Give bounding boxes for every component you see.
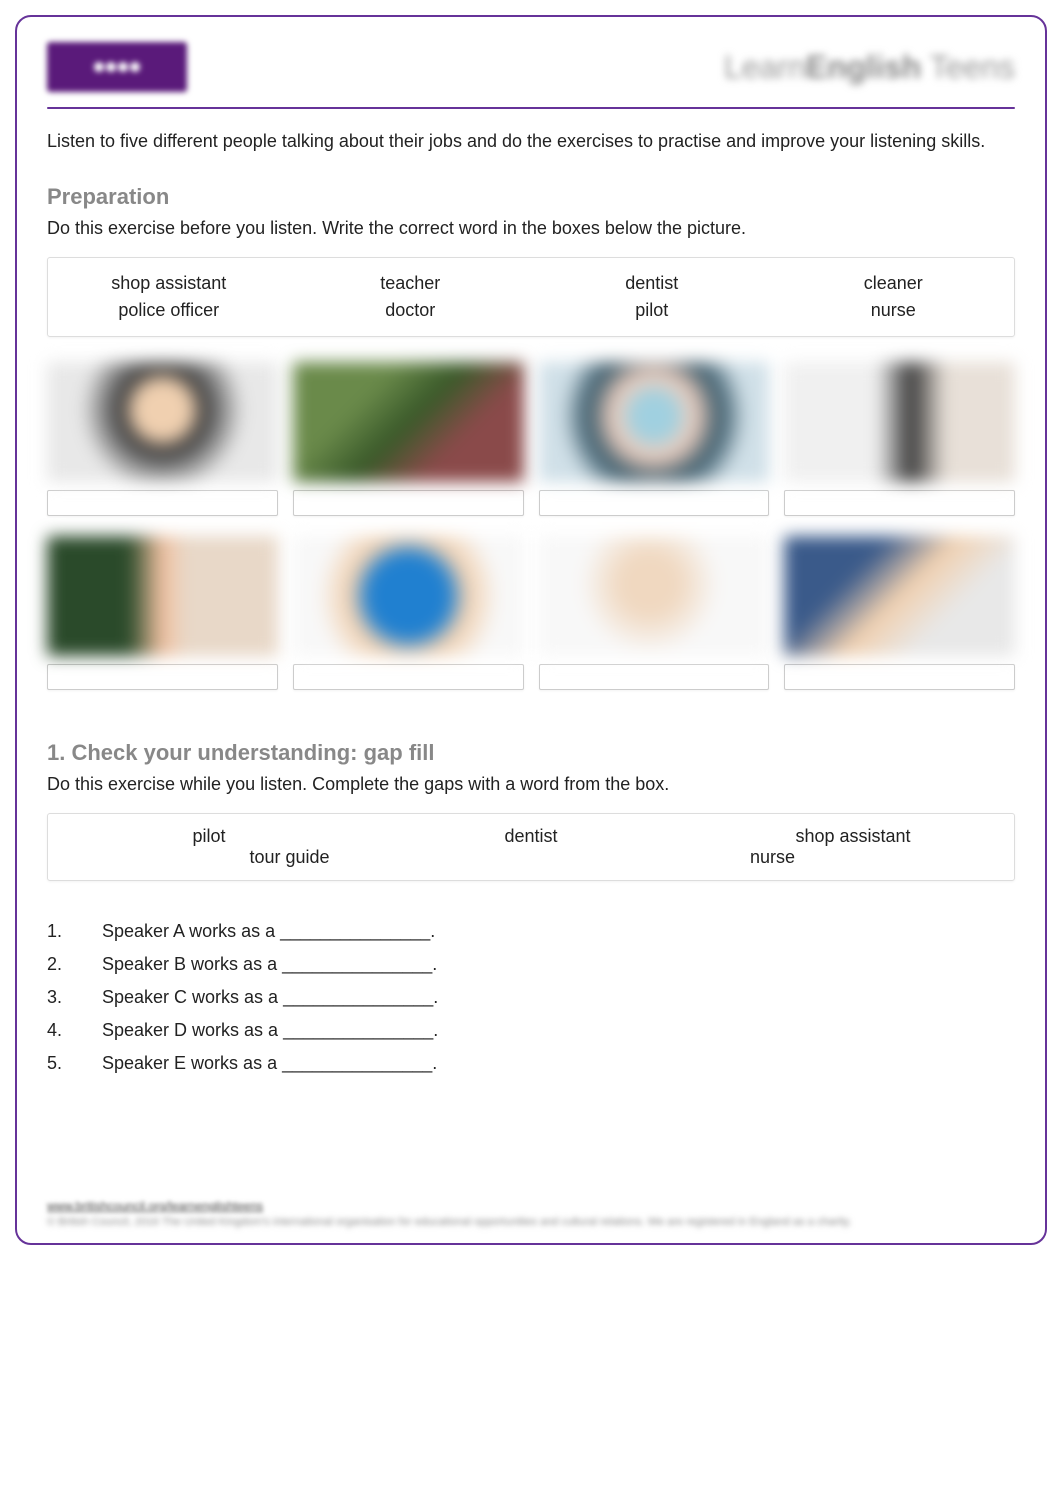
gap-fill-item: 2. Speaker B works as a _______________.: [47, 954, 1015, 975]
footer: www.britishcouncil.org/learnenglishteens…: [47, 1199, 1015, 1228]
answer-input-7[interactable]: [539, 664, 770, 690]
gap-fill-instructions: Do this exercise while you listen. Compl…: [47, 774, 1015, 795]
job-image-6: [293, 536, 524, 656]
answer-input-6[interactable]: [293, 664, 524, 690]
header-divider: [47, 107, 1015, 109]
word-bank-item: pilot: [531, 300, 773, 321]
page-wrapper: LearnEnglish Teens Listen to five differ…: [0, 0, 1062, 1504]
item-number: 5.: [47, 1053, 102, 1074]
item-number: 2.: [47, 954, 102, 975]
gap-fill-word-bank: pilot dentist shop assistant tour guide …: [47, 813, 1015, 881]
answer-input-3[interactable]: [539, 490, 770, 516]
answer-input-1[interactable]: [47, 490, 278, 516]
answer-input-8[interactable]: [784, 664, 1015, 690]
item-number: 4.: [47, 1020, 102, 1041]
item-number: 3.: [47, 987, 102, 1008]
image-cell-3: [539, 362, 770, 516]
word-bank-item: shop assistant: [692, 826, 1014, 847]
logo-text-tail: Teens: [921, 49, 1015, 85]
job-image-1: [47, 362, 278, 482]
answer-input-5[interactable]: [47, 664, 278, 690]
preparation-heading: Preparation: [47, 184, 1015, 210]
word-bank-item: police officer: [48, 300, 290, 321]
intro-text: Listen to five different people talking …: [47, 129, 1015, 154]
gap-fill-heading: 1. Check your understanding: gap fill: [47, 740, 1015, 766]
item-text: Speaker E works as a _______________.: [102, 1053, 437, 1074]
image-cell-8: [784, 536, 1015, 690]
image-cell-5: [47, 536, 278, 690]
job-image-5: [47, 536, 278, 656]
image-cell-7: [539, 536, 770, 690]
image-cell-4: [784, 362, 1015, 516]
preparation-instructions: Do this exercise before you listen. Writ…: [47, 218, 1015, 239]
item-text: Speaker A works as a _______________.: [102, 921, 435, 942]
gap-fill-item: 5. Speaker E works as a _______________.: [47, 1053, 1015, 1074]
word-bank-item: nurse: [773, 300, 1015, 321]
page-border: LearnEnglish Teens Listen to five differ…: [15, 15, 1047, 1245]
word-bank-item: doctor: [290, 300, 532, 321]
footer-link: www.britishcouncil.org/learnenglishteens: [47, 1199, 1015, 1213]
item-number: 1.: [47, 921, 102, 942]
british-council-logo: [47, 42, 187, 92]
job-image-4: [784, 362, 1015, 482]
header: LearnEnglish Teens: [47, 37, 1015, 107]
word-bank-item: nurse: [531, 847, 1014, 868]
gap-fill-item: 3. Speaker C works as a _______________.: [47, 987, 1015, 1008]
gap-fill-item: 4. Speaker D works as a _______________.: [47, 1020, 1015, 1041]
answer-input-2[interactable]: [293, 490, 524, 516]
item-text: Speaker D works as a _______________.: [102, 1020, 438, 1041]
image-cell-2: [293, 362, 524, 516]
learnenglish-teens-logo: LearnEnglish Teens: [724, 49, 1015, 86]
logo-text-plain: Learn: [724, 49, 806, 85]
word-bank-item: dentist: [531, 273, 773, 294]
answer-input-4[interactable]: [784, 490, 1015, 516]
image-cell-6: [293, 536, 524, 690]
job-image-3: [539, 362, 770, 482]
gap-fill-item: 1. Speaker A works as a _______________.: [47, 921, 1015, 942]
job-image-7: [539, 536, 770, 656]
gap-fill-list: 1. Speaker A works as a _______________.…: [47, 921, 1015, 1074]
footer-copyright: © British Council, 2016 The United Kingd…: [47, 1216, 1015, 1228]
image-cell-1: [47, 362, 278, 516]
word-bank-item: shop assistant: [48, 273, 290, 294]
word-bank-item: cleaner: [773, 273, 1015, 294]
item-text: Speaker B works as a _______________.: [102, 954, 437, 975]
preparation-word-bank: shop assistant teacher dentist cleaner p…: [47, 257, 1015, 337]
word-bank-item: tour guide: [48, 847, 531, 868]
job-image-2: [293, 362, 524, 482]
word-bank-item: teacher: [290, 273, 532, 294]
image-grid: [47, 362, 1015, 690]
item-text: Speaker C works as a _______________.: [102, 987, 438, 1008]
job-image-8: [784, 536, 1015, 656]
word-bank-item: pilot: [48, 826, 370, 847]
word-bank-item: dentist: [370, 826, 692, 847]
logo-text-bold: English: [806, 49, 922, 85]
